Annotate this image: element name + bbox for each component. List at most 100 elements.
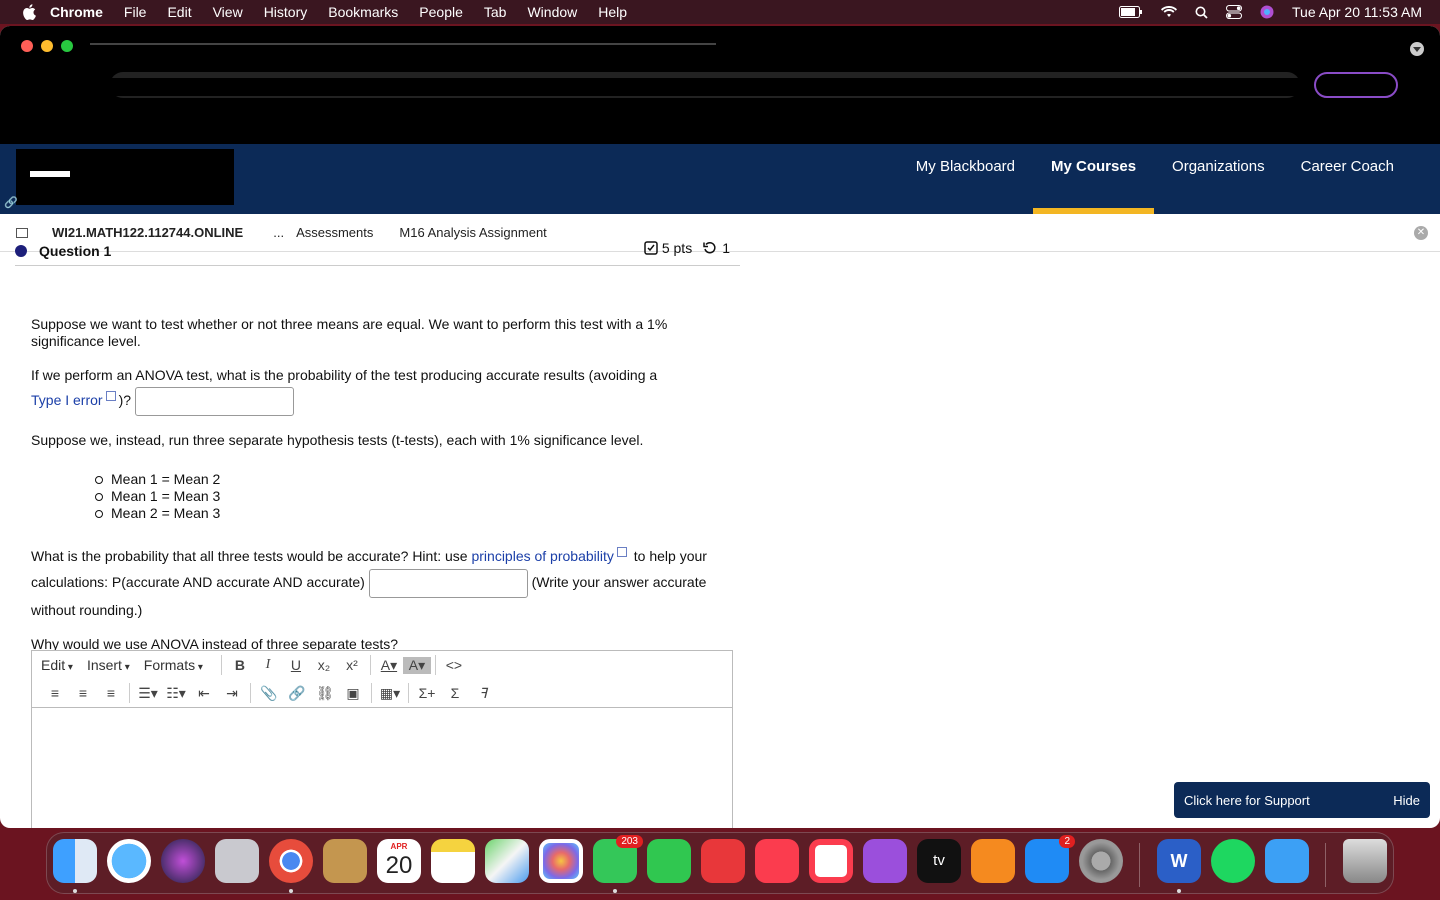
answer-input-1[interactable] (134, 387, 294, 416)
support-label[interactable]: Click here for Support (1184, 793, 1310, 808)
menubar-clock[interactable]: Tue Apr 20 11:53 AM (1292, 4, 1422, 20)
mail-icon[interactable] (1265, 839, 1309, 883)
photo-booth-icon[interactable] (701, 839, 745, 883)
news-icon[interactable] (809, 839, 853, 883)
indent-icon[interactable]: ⇥ (218, 685, 246, 702)
control-center-icon[interactable] (1226, 5, 1243, 19)
editor-formats-menu[interactable]: Formats (144, 657, 203, 673)
answer-input-2[interactable] (368, 568, 528, 598)
unlink-icon[interactable]: ⛓ (311, 685, 339, 702)
text-color-icon[interactable]: A▾ (375, 657, 403, 674)
link-icon[interactable]: 🔗 (283, 685, 311, 702)
finder-icon[interactable] (53, 839, 97, 883)
messages-icon[interactable]: 203 (593, 835, 643, 883)
apple-menu-icon[interactable] (22, 4, 36, 20)
trash-icon[interactable] (1343, 839, 1387, 883)
toolbar-divider (129, 683, 130, 703)
editor-edit-menu[interactable]: Edit (41, 657, 73, 673)
type-i-error-link[interactable]: Type I error (31, 392, 103, 408)
nav-my-blackboard[interactable]: My Blackboard (898, 144, 1033, 214)
apple-tv-icon[interactable]: tv (917, 839, 961, 883)
running-indicator (1177, 889, 1181, 893)
window-close-button[interactable] (21, 40, 33, 52)
running-indicator (73, 889, 77, 893)
contacts-icon[interactable] (323, 839, 367, 883)
menu-bookmarks[interactable]: Bookmarks (328, 4, 398, 20)
underline-icon[interactable]: U (282, 657, 310, 673)
table-icon[interactable]: ▦▾ (376, 685, 404, 702)
window-zoom-button[interactable] (61, 40, 73, 52)
window-minimize-button[interactable] (41, 40, 53, 52)
siri-icon[interactable] (1260, 5, 1274, 19)
nav-my-courses[interactable]: My Courses (1033, 144, 1155, 214)
hypothesis-list: Mean 1 = Mean 2 Mean 1 = Mean 3 Mean 2 =… (95, 471, 731, 522)
insert-formula-icon[interactable]: Σ+ (413, 685, 441, 701)
tab-search-icon[interactable] (1410, 42, 1424, 56)
menu-tab[interactable]: Tab (484, 4, 507, 20)
system-preferences-icon[interactable] (1079, 839, 1123, 883)
podcasts-icon[interactable] (863, 839, 907, 883)
menu-app-name[interactable]: Chrome (50, 4, 103, 20)
support-widget[interactable]: Click here for Support Hide (1174, 782, 1430, 818)
question-paragraph-3: Suppose we, instead, run three separate … (31, 432, 644, 448)
spotlight-search-icon[interactable] (1195, 6, 1208, 19)
facetime-icon[interactable] (647, 839, 691, 883)
chrome-icon[interactable] (269, 839, 313, 883)
bold-icon[interactable]: B (226, 657, 254, 673)
battery-icon[interactable] (1119, 6, 1143, 18)
superscript-icon[interactable]: x² (338, 657, 366, 673)
menu-help[interactable]: Help (598, 4, 627, 20)
italic-icon[interactable]: I (254, 657, 282, 673)
chemistry-editor-icon[interactable]: ꟻ (469, 685, 497, 702)
dock-divider (1139, 843, 1140, 887)
word-icon[interactable]: W (1157, 839, 1201, 883)
books-icon[interactable] (971, 839, 1015, 883)
calendar-month: APR (390, 842, 408, 851)
support-hide-button[interactable]: Hide (1393, 793, 1420, 808)
menu-edit[interactable]: Edit (167, 4, 191, 20)
menu-people[interactable]: People (419, 4, 463, 20)
image-icon[interactable]: ▣ (339, 685, 367, 702)
menu-history[interactable]: History (264, 4, 308, 20)
siri-icon[interactable] (161, 839, 205, 883)
profile-button[interactable] (1314, 72, 1398, 98)
notes-icon[interactable] (431, 839, 475, 883)
highlight-color-icon[interactable]: A▾ (402, 656, 431, 674)
institution-logo[interactable] (16, 149, 234, 205)
bullet-list-icon[interactable]: ☰▾ (134, 685, 162, 702)
editor-insert-menu[interactable]: Insert (87, 657, 130, 673)
close-icon[interactable]: ✕ (1414, 226, 1428, 240)
principles-of-probability-link[interactable]: principles of probability (471, 548, 613, 564)
music-icon[interactable] (755, 839, 799, 883)
spotify-icon[interactable] (1211, 839, 1255, 883)
calendar-day: 20 (385, 852, 413, 879)
nav-career-coach[interactable]: Career Coach (1283, 144, 1412, 214)
outdent-icon[interactable]: ⇤ (190, 685, 218, 702)
photos-icon[interactable] (539, 839, 583, 883)
safari-icon[interactable] (107, 839, 151, 883)
app-store-icon[interactable]: 2 (1025, 835, 1075, 883)
question-status-dot (15, 244, 27, 257)
menu-window[interactable]: Window (527, 4, 577, 20)
maps-icon[interactable] (485, 839, 529, 883)
running-indicator (289, 889, 293, 893)
link-icon: 🔗 (4, 197, 18, 209)
editor-content-area[interactable] (32, 708, 732, 828)
align-left-icon[interactable]: ≡ (41, 685, 69, 701)
attachment-icon[interactable]: 📎 (255, 685, 283, 702)
subscript-icon[interactable]: x₂ (310, 657, 338, 673)
wifi-icon[interactable] (1161, 6, 1178, 18)
math-editor-icon[interactable]: Σ (441, 685, 469, 701)
nav-organizations[interactable]: Organizations (1154, 144, 1283, 214)
launchpad-icon[interactable] (215, 839, 259, 883)
question-points: 5 pts (661, 240, 693, 256)
dock-divider (1325, 843, 1326, 887)
numbered-list-icon[interactable]: ☷▾ (162, 685, 190, 702)
menu-file[interactable]: File (124, 4, 147, 20)
toolbar-divider (434, 655, 436, 675)
source-code-icon[interactable]: <> (440, 657, 468, 673)
menu-view[interactable]: View (213, 4, 243, 20)
align-right-icon[interactable]: ≡ (97, 685, 125, 701)
calendar-icon[interactable]: APR 20 (377, 839, 421, 883)
align-center-icon[interactable]: ≡ (69, 685, 97, 701)
